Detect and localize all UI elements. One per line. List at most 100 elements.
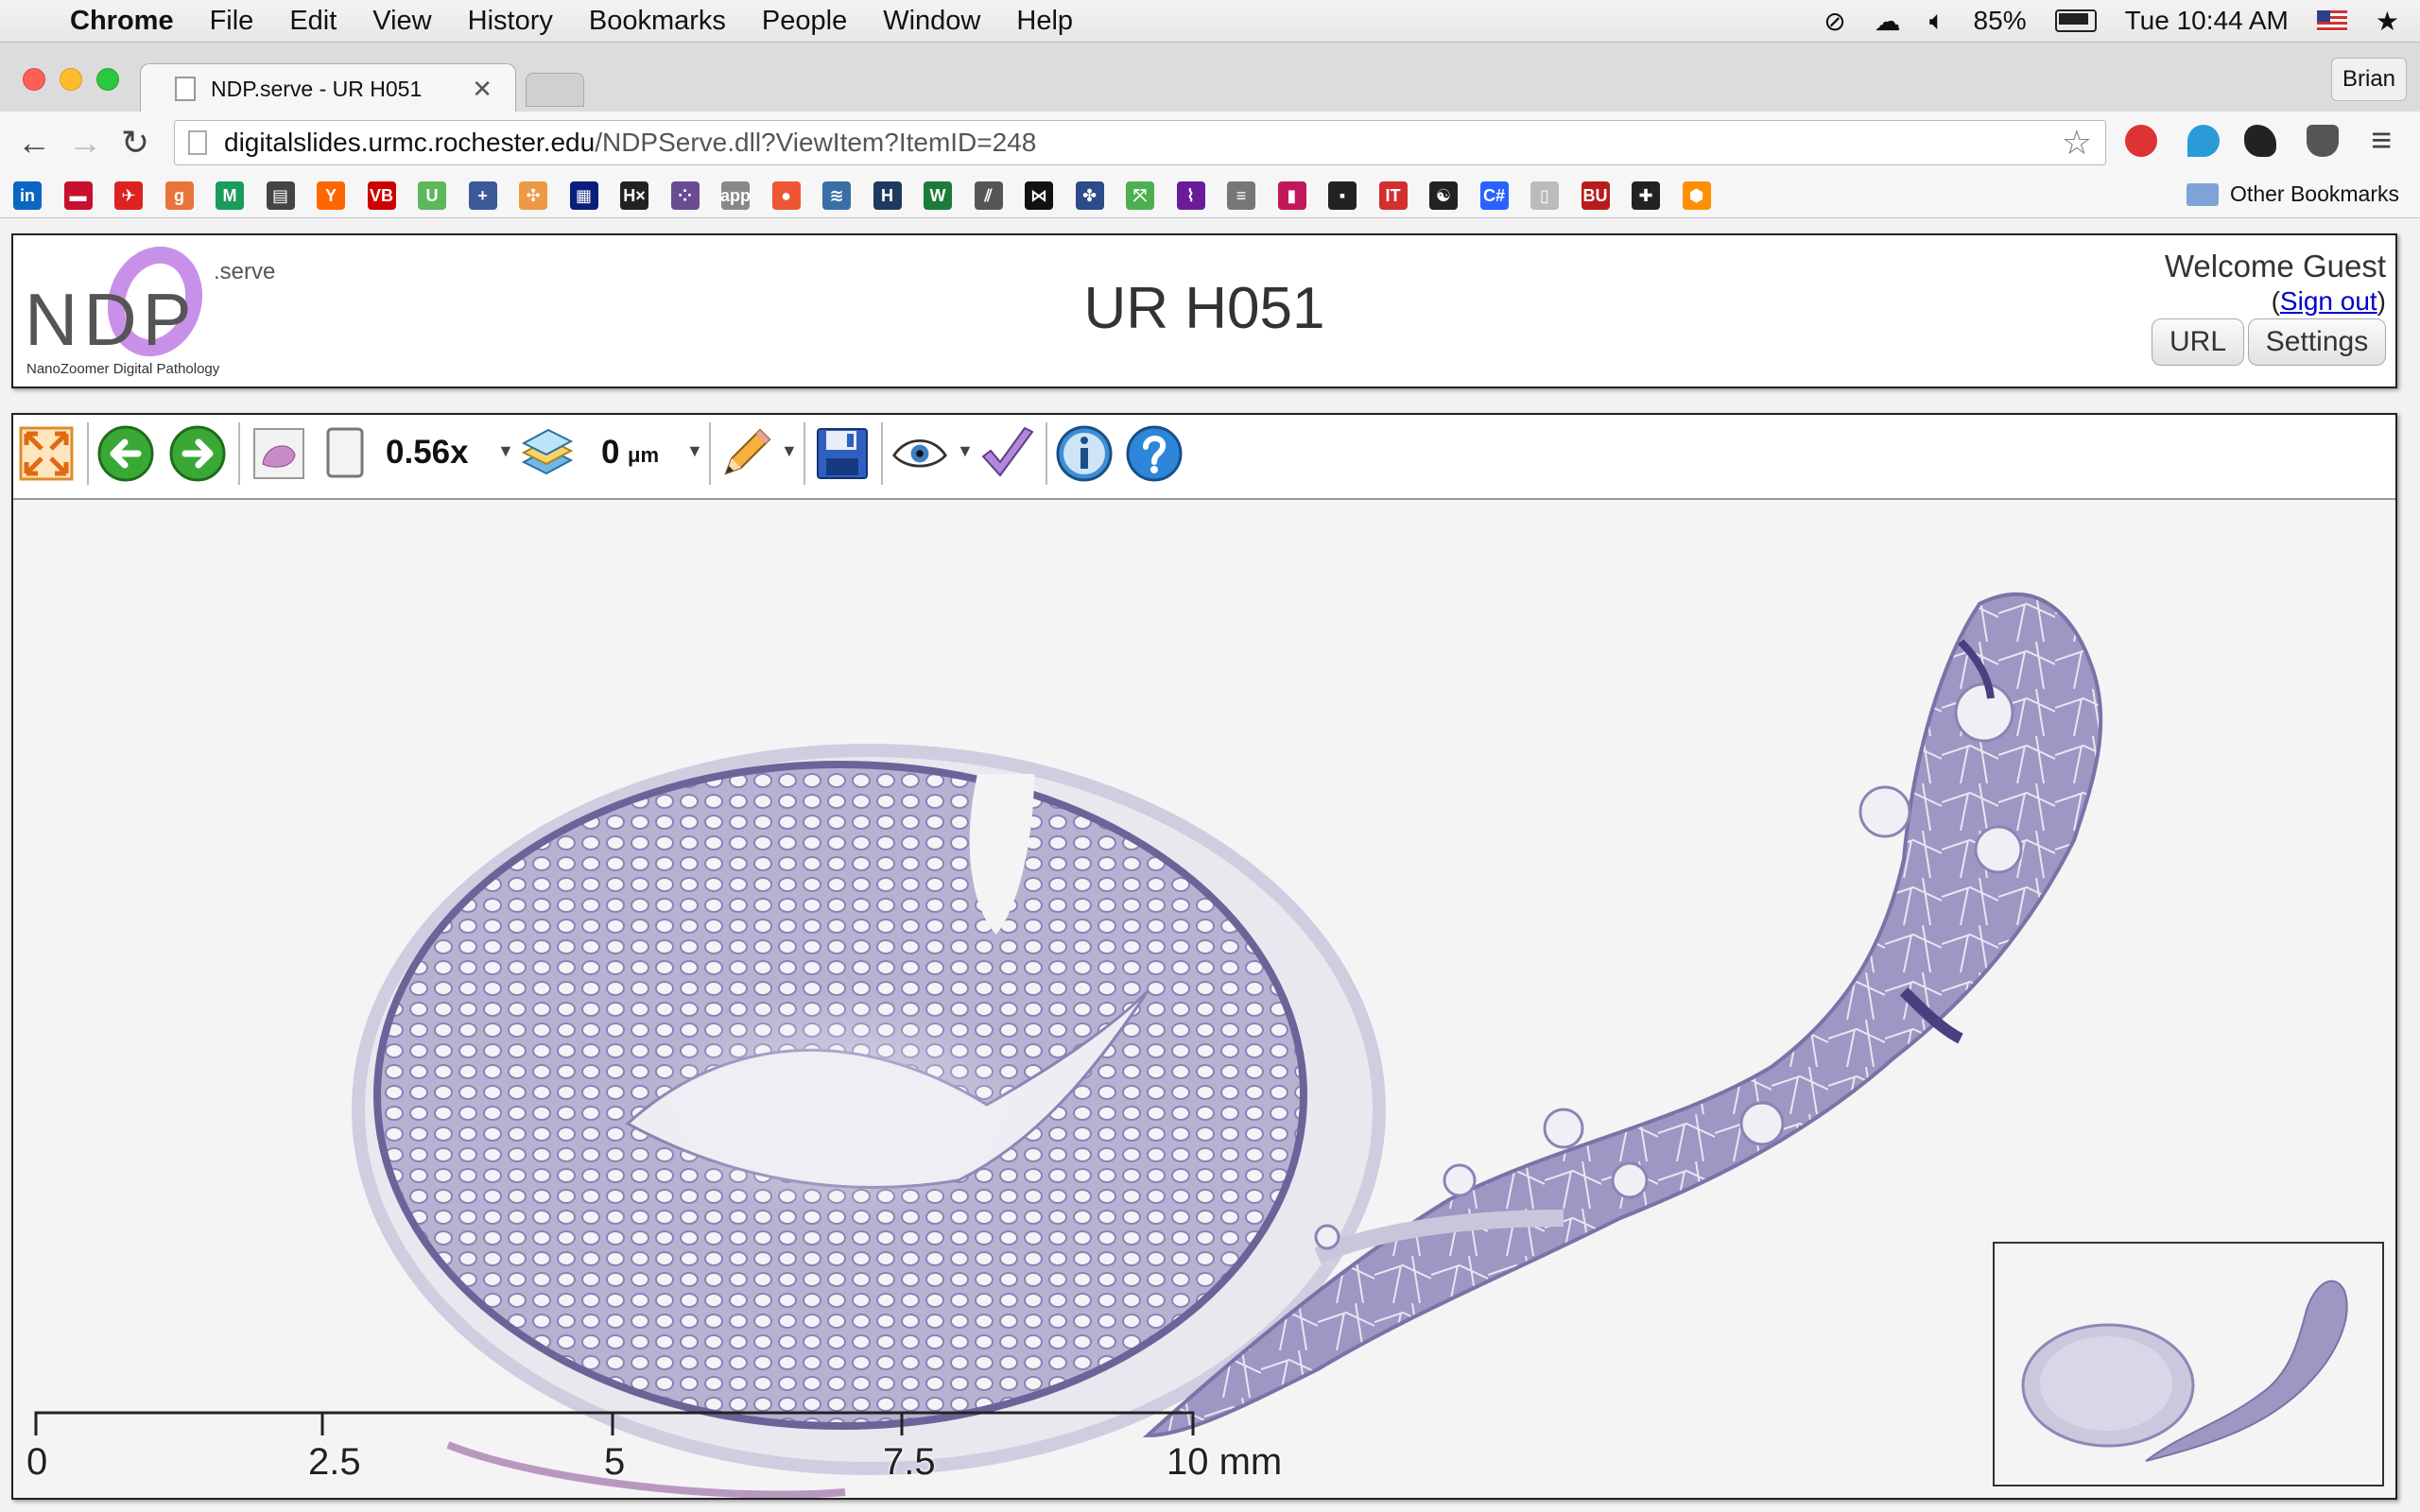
page-info-icon[interactable]: [188, 130, 207, 155]
toolbar-separator: [881, 422, 883, 485]
save-disk-icon[interactable]: [813, 424, 872, 483]
volume-icon[interactable]: 🔈︎: [1929, 6, 1945, 37]
url-button[interactable]: URL: [2152, 318, 2244, 366]
bookmark-icon[interactable]: ⬢: [1682, 181, 1711, 210]
bookmark-icon[interactable]: M: [216, 181, 244, 210]
bookmark-icon[interactable]: ⤧: [1126, 181, 1154, 210]
menu-help[interactable]: Help: [1016, 6, 1073, 37]
clock[interactable]: Tue 10:44 AM: [2125, 6, 2289, 36]
reload-icon[interactable]: ↻: [121, 123, 149, 163]
checkmark-icon[interactable]: [977, 424, 1036, 483]
menu-history[interactable]: History: [468, 6, 553, 37]
address-bar[interactable]: digitalslides.urmc.rochester.edu/NDPServ…: [174, 120, 2106, 165]
slide-thumbnail-icon[interactable]: [250, 424, 308, 483]
bookmark-icon[interactable]: +: [468, 181, 497, 210]
bookmark-icon[interactable]: in: [13, 181, 42, 210]
bookmark-icon[interactable]: Y: [317, 181, 345, 210]
web-page: NDP .serve NanoZoomer Digital Pathology …: [0, 218, 2420, 1512]
bookmark-icon[interactable]: app: [720, 181, 751, 210]
bookmark-star-icon[interactable]: ☆: [2062, 123, 2092, 163]
url-path: /NDPServe.dll?ViewItem?ItemID=248: [595, 128, 1037, 157]
bookmark-icon[interactable]: ▪: [1328, 181, 1357, 210]
battery-icon[interactable]: [2054, 9, 2097, 32]
bookmark-icon[interactable]: ▤: [266, 181, 295, 210]
bookmark-icon[interactable]: ⌇: [1176, 181, 1205, 210]
bookmark-icon[interactable]: ≡: [1227, 181, 1255, 210]
help-icon[interactable]: [1125, 424, 1184, 483]
z-offset-dropdown-caret-icon[interactable]: ▼: [686, 441, 703, 461]
other-bookmarks-folder[interactable]: Other Bookmarks: [2187, 181, 2399, 207]
annotate-dropdown-caret-icon[interactable]: ▼: [781, 441, 798, 461]
close-tab-icon[interactable]: ✕: [472, 75, 493, 104]
bookmark-icon[interactable]: ✚: [1632, 181, 1660, 210]
bookmark-icon[interactable]: ☯: [1429, 181, 1458, 210]
menu-view[interactable]: View: [372, 6, 431, 37]
bookmark-icon[interactable]: IT: [1378, 181, 1408, 210]
bookmark-icon[interactable]: ✤: [1075, 181, 1104, 210]
menu-file[interactable]: File: [210, 6, 254, 37]
slide-image-canvas[interactable]: 0 2.5 5 7.5 10 mm: [13, 500, 2395, 1498]
bookmark-icon[interactable]: ●: [771, 181, 801, 210]
tab-active[interactable]: NDP.serve - UR H051 ✕: [140, 63, 516, 113]
bookmark-icon[interactable]: W: [924, 181, 952, 210]
menu-people[interactable]: People: [762, 6, 847, 37]
bookmark-icon[interactable]: H×: [620, 181, 648, 210]
forward-arrow-icon[interactable]: →: [68, 123, 102, 163]
bookmark-icon[interactable]: BU: [1581, 181, 1610, 210]
zoom-dropdown-caret-icon[interactable]: ▼: [497, 441, 514, 461]
close-window-button[interactable]: [23, 68, 45, 91]
pocket-extension-icon[interactable]: [2307, 125, 2339, 157]
cloud-icon[interactable]: ☁: [1875, 6, 1901, 37]
bookmark-icon[interactable]: ⋈: [1025, 181, 1053, 210]
view-dropdown-caret-icon[interactable]: ▼: [957, 441, 974, 461]
menu-edit[interactable]: Edit: [289, 6, 337, 37]
tab-title: NDP.serve - UR H051: [211, 76, 423, 101]
bookmark-icon[interactable]: g: [164, 181, 194, 210]
bookmark-icon[interactable]: H: [873, 181, 902, 210]
bookmark-icon[interactable]: ▦: [569, 181, 598, 210]
zoom-level[interactable]: 0.56x: [386, 434, 469, 472]
scale-label-0: 0: [26, 1441, 48, 1483]
adblock-extension-icon[interactable]: [2125, 125, 2157, 157]
chrome-menu-icon[interactable]: ≡: [2371, 121, 2392, 162]
bookmark-icon[interactable]: C#: [1479, 181, 1509, 210]
do-not-disturb-icon[interactable]: ⊘: [1824, 6, 1845, 37]
menu-app-name[interactable]: Chrome: [70, 6, 174, 37]
slide-title: UR H051: [1083, 276, 1325, 341]
slide-label-icon[interactable]: [316, 424, 374, 483]
settings-button[interactable]: Settings: [2248, 318, 2386, 366]
sign-out-link[interactable]: Sign out: [2280, 286, 2377, 316]
menu-bookmarks[interactable]: Bookmarks: [589, 6, 726, 37]
bookmark-icon[interactable]: U: [418, 181, 446, 210]
annotate-pencil-icon[interactable]: [717, 424, 775, 483]
notification-star-icon[interactable]: ★: [2376, 6, 2399, 37]
bookmark-icon[interactable]: ⫽: [974, 181, 1003, 210]
page-favicon-icon: [175, 77, 196, 101]
bookmark-icon[interactable]: ✈: [114, 181, 143, 210]
vpn-extension-icon[interactable]: [2187, 125, 2220, 157]
bookmark-icon[interactable]: VB: [367, 181, 396, 210]
input-source-flag-icon[interactable]: [2316, 10, 2347, 31]
menu-window[interactable]: Window: [883, 6, 980, 37]
maximize-window-button[interactable]: [96, 68, 119, 91]
overview-minimap[interactable]: [1993, 1242, 2384, 1486]
minimize-window-button[interactable]: [60, 68, 82, 91]
scale-bar-line: [34, 1411, 1195, 1435]
profile-button[interactable]: Brian: [2331, 58, 2407, 101]
forward-icon[interactable]: [168, 424, 227, 483]
focus-layers-icon[interactable]: [518, 424, 577, 483]
bookmark-icon[interactable]: ▬: [63, 181, 93, 210]
fit-to-window-icon[interactable]: [17, 424, 76, 483]
view-eye-icon[interactable]: [890, 424, 949, 483]
bookmark-icon[interactable]: ⁘: [670, 181, 700, 210]
bookmark-icon[interactable]: ✣: [519, 181, 547, 210]
back-icon[interactable]: [96, 424, 155, 483]
back-arrow-icon[interactable]: ←: [17, 123, 51, 163]
bookmark-icon[interactable]: ▯: [1530, 181, 1559, 210]
toolbar-separator: [709, 422, 711, 485]
bookmark-icon[interactable]: ▮: [1277, 181, 1306, 210]
ninja-extension-icon[interactable]: [2244, 125, 2276, 157]
info-icon[interactable]: [1055, 424, 1114, 483]
new-tab-button[interactable]: [526, 73, 584, 107]
bookmark-icon[interactable]: ≋: [822, 181, 851, 210]
